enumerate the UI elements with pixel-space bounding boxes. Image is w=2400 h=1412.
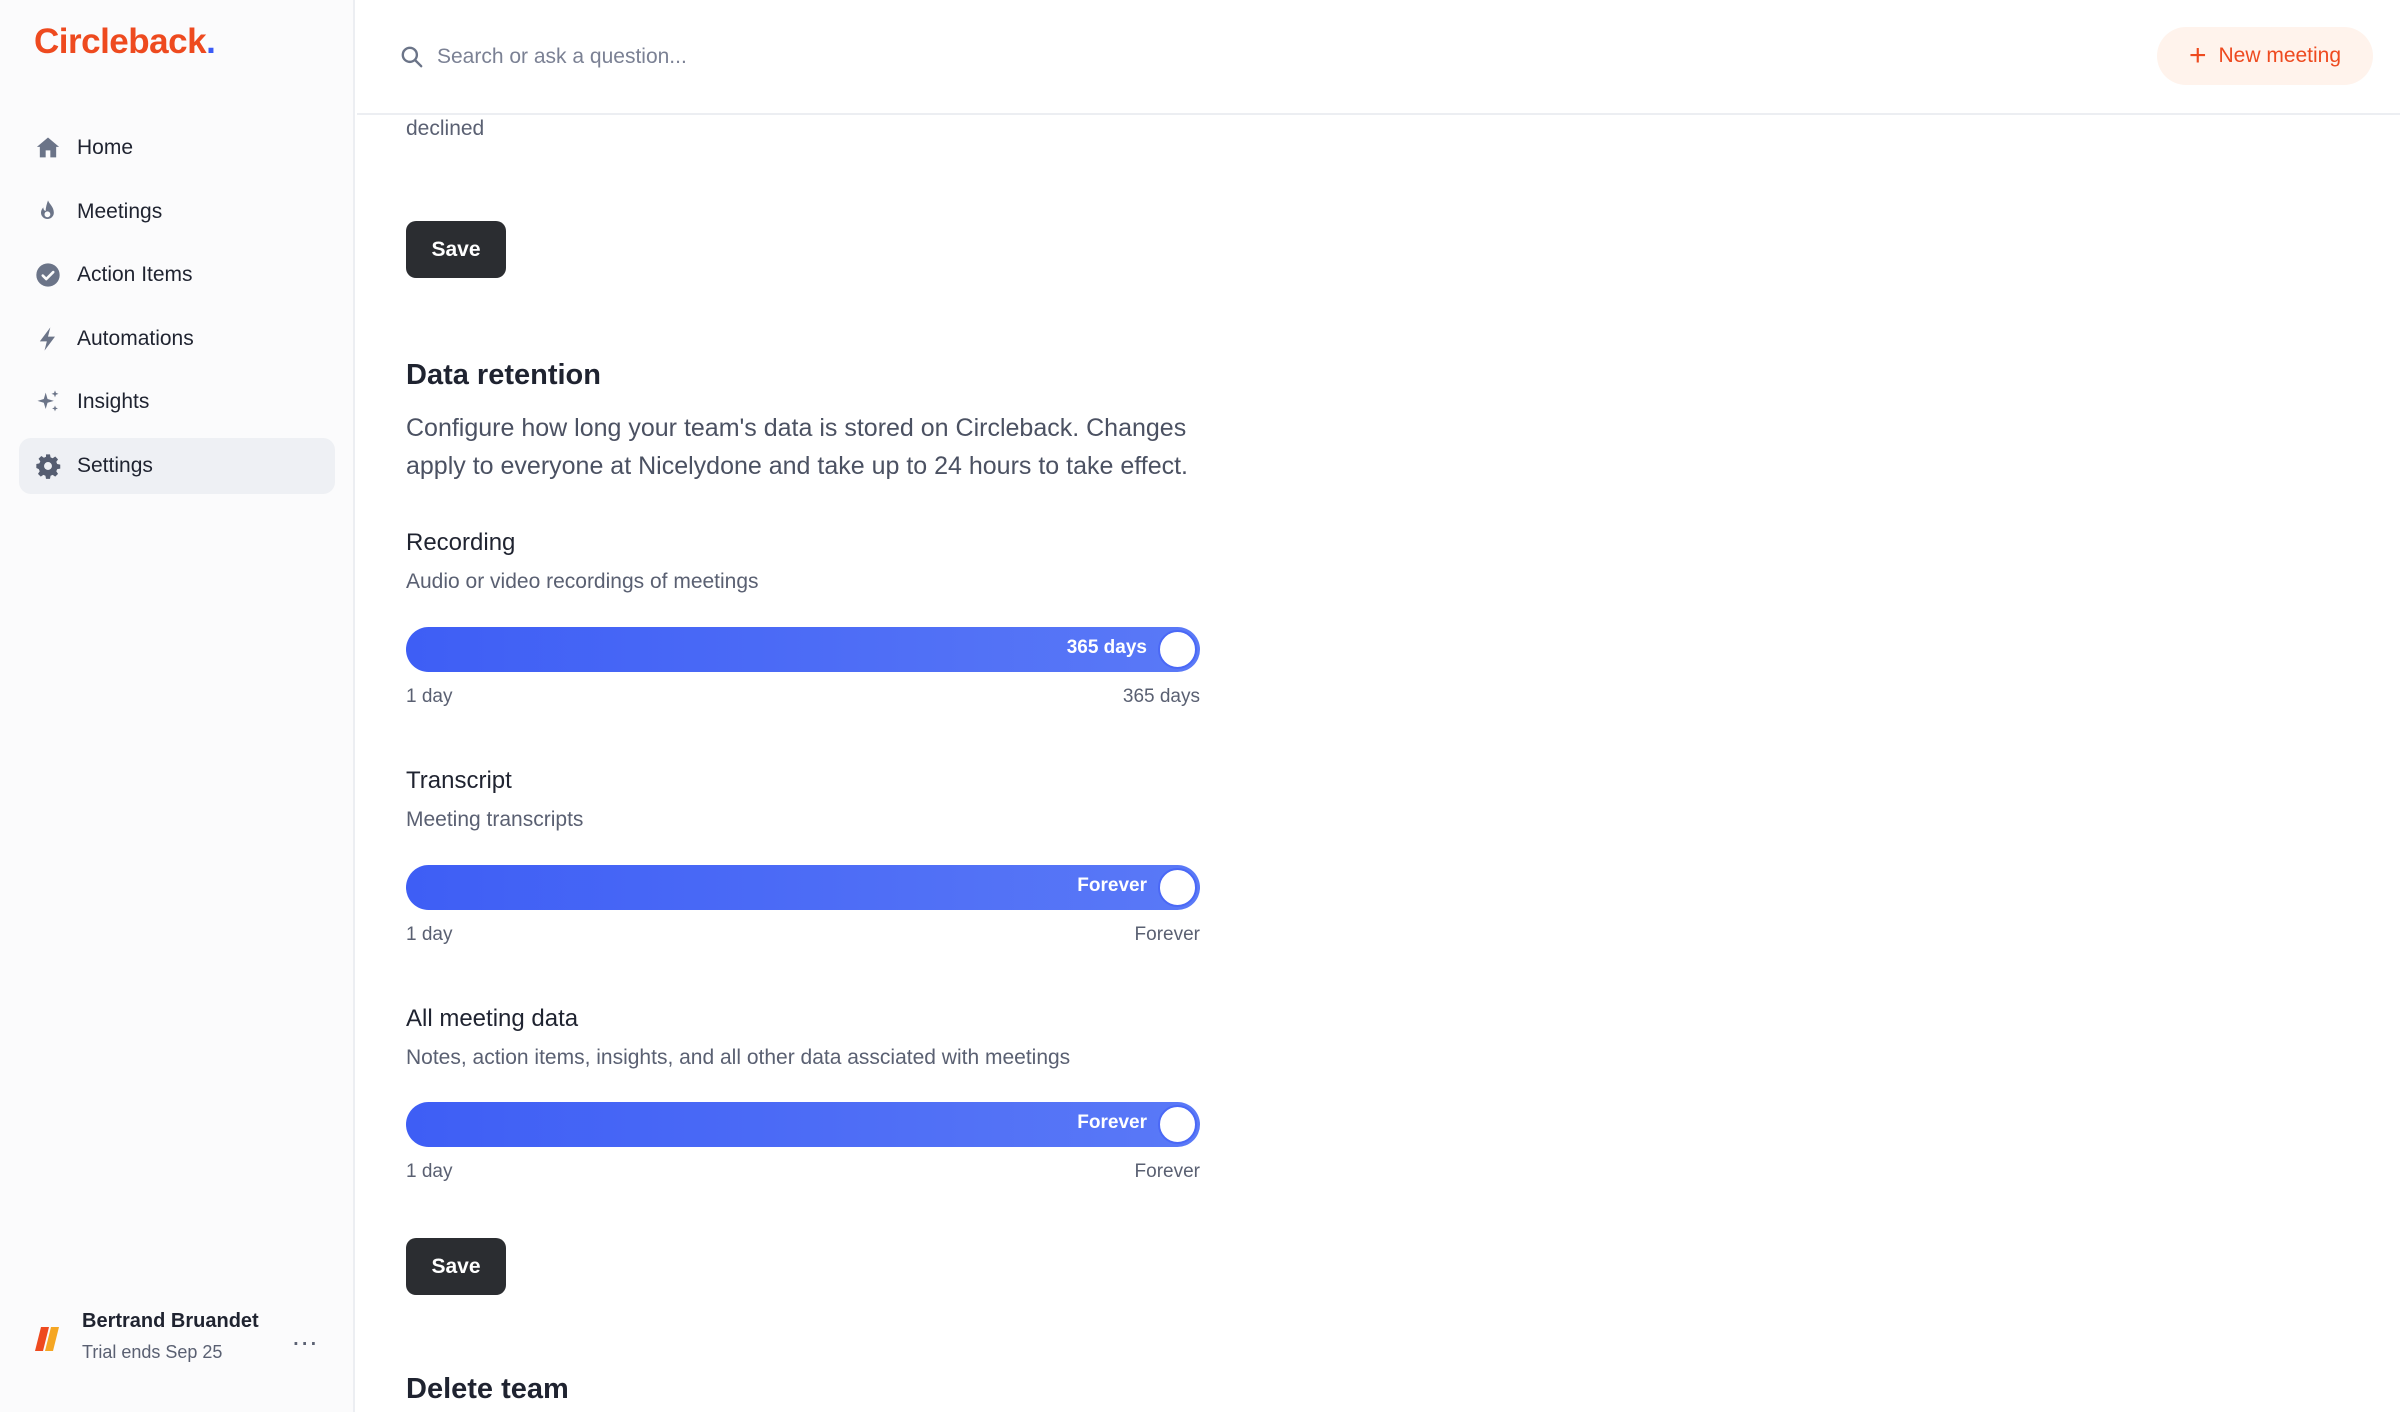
transcript-slider-handle[interactable] <box>1158 868 1197 907</box>
plus-icon: + <box>2188 39 2207 72</box>
transcript-title: Transcript <box>406 767 512 794</box>
recording-range-max: 365 days <box>1122 686 1200 707</box>
gear-icon <box>33 451 63 481</box>
user-name: Bertrand Bruandet <box>82 1310 259 1332</box>
sidebar-item-meetings[interactable]: Meetings <box>19 184 335 240</box>
transcript-slider-value: Forever <box>1077 875 1147 896</box>
search-icon <box>399 44 425 70</box>
recording-range-min: 1 day <box>406 686 453 707</box>
transcript-range-min: 1 day <box>406 924 453 945</box>
new-meeting-label: New meeting <box>2218 44 2342 67</box>
all-meeting-data-range-max: Forever <box>1134 1161 1200 1182</box>
save-button[interactable]: Save <box>406 221 506 278</box>
team-logo-icon <box>32 1324 62 1354</box>
data-retention-description: Configure how long your team's data is s… <box>406 414 1188 480</box>
sidebar-item-label: Insights <box>77 390 150 413</box>
data-retention-title: Data retention <box>406 359 601 391</box>
sidebar-item-label: Settings <box>77 453 153 477</box>
sidebar-item-settings[interactable]: Settings <box>19 437 335 494</box>
recording-subtitle: Audio or video recordings of meetings <box>406 570 759 593</box>
declined-text: declined <box>406 117 485 140</box>
logo-dot: . <box>206 22 216 61</box>
sidebar-item-label: Home <box>77 136 134 159</box>
search-input[interactable] <box>437 36 1237 78</box>
sidebar-item-automations[interactable]: Automations <box>19 311 335 367</box>
more-options-icon[interactable]: ... <box>292 1320 318 1352</box>
lightning-icon <box>33 324 63 354</box>
sidebar-item-label: Automations <box>77 326 194 350</box>
sidebar: Circleback. Home Meetings Action Items A… <box>0 0 355 1412</box>
transcript-subtitle: Meeting transcripts <box>406 808 584 831</box>
delete-team-title: Delete team <box>406 1373 569 1405</box>
recording-title: Recording <box>406 529 516 556</box>
all-meeting-data-title: All meeting data <box>406 1005 579 1032</box>
logo[interactable]: Circleback. <box>34 22 216 62</box>
sidebar-item-insights[interactable]: Insights <box>19 374 335 430</box>
all-meeting-data-slider-handle[interactable] <box>1158 1105 1197 1144</box>
sparkles-icon <box>33 387 63 417</box>
home-icon <box>33 133 63 163</box>
sidebar-item-action-items[interactable]: Action Items <box>19 247 335 303</box>
user-profile[interactable]: Bertrand Bruandet Trial ends Sep 25 ... <box>30 1306 330 1366</box>
recording-slider-value: 365 days <box>1066 637 1147 658</box>
transcript-slider[interactable]: Forever <box>406 865 1200 910</box>
all-meeting-data-subtitle: Notes, action items, insights, and all o… <box>406 1046 1071 1069</box>
sidebar-item-home[interactable]: Home <box>19 120 335 176</box>
flame-icon <box>33 197 63 227</box>
top-bar: + New meeting <box>357 0 2400 115</box>
all-meeting-data-range-min: 1 day <box>406 1161 453 1182</box>
recording-slider[interactable]: 365 days <box>406 627 1200 672</box>
sidebar-item-label: Meetings <box>77 199 163 223</box>
transcript-range-max: Forever <box>1134 924 1200 945</box>
all-meeting-data-slider[interactable]: Forever <box>406 1102 1200 1147</box>
sidebar-item-label: Action Items <box>77 263 193 286</box>
new-meeting-button[interactable]: + New meeting <box>2157 27 2373 85</box>
check-circle-icon <box>33 260 63 290</box>
trial-status: Trial ends Sep 25 <box>82 1342 223 1362</box>
logo-text: Circleback <box>34 22 207 61</box>
all-meeting-data-slider-value: Forever <box>1077 1112 1147 1133</box>
recording-slider-handle[interactable] <box>1158 630 1197 669</box>
sidebar-nav: Home Meetings Action Items Automations I… <box>19 120 335 501</box>
data-retention-save-button[interactable]: Save <box>406 1238 506 1295</box>
